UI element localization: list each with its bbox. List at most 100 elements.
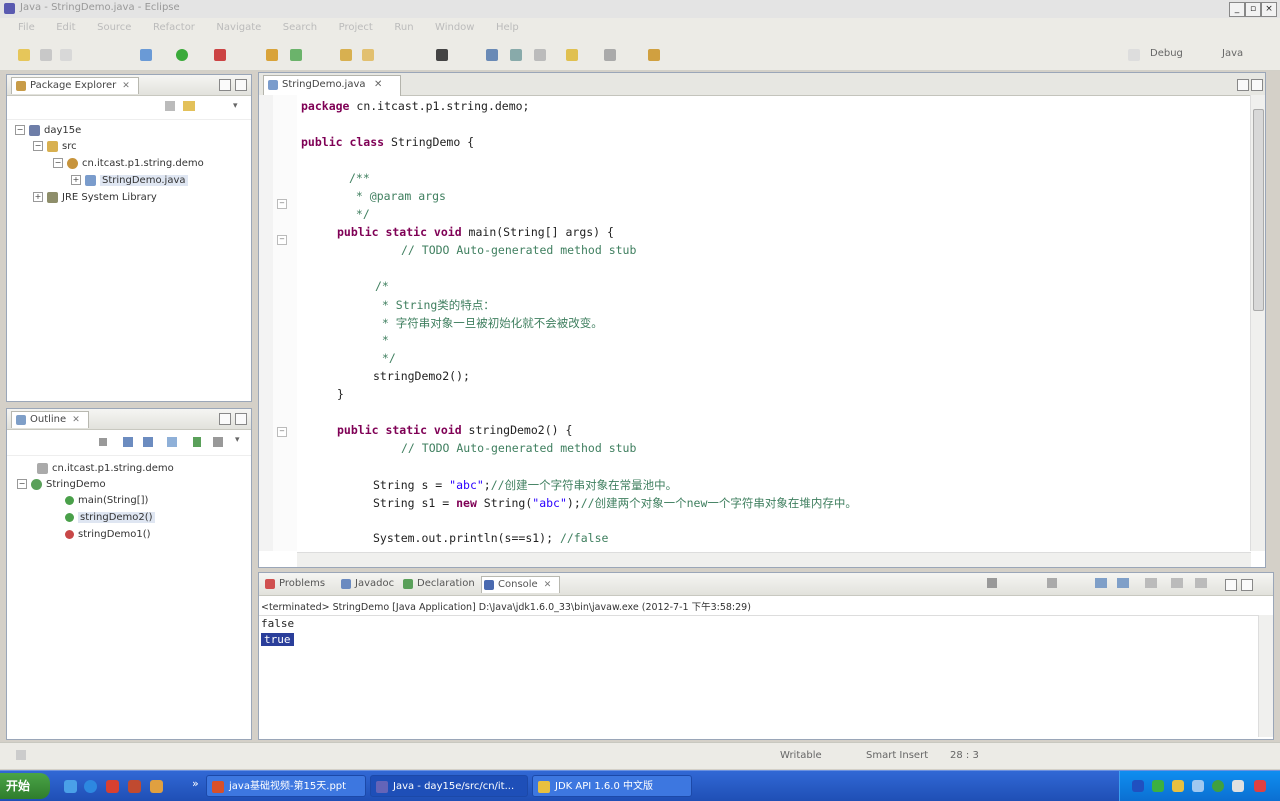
- console-output-line[interactable]: false: [261, 617, 294, 630]
- menu-run[interactable]: Run: [394, 22, 413, 33]
- maximize-view-icon[interactable]: [235, 413, 247, 425]
- tab-outline[interactable]: Outline ✕: [11, 411, 89, 428]
- tree-item-project[interactable]: − day15e: [15, 123, 81, 139]
- menu-source[interactable]: Source: [97, 22, 131, 33]
- taskbar-item-jdk-api[interactable]: JDK API 1.6.0 中文版: [532, 775, 692, 797]
- save-icon[interactable]: [40, 49, 52, 61]
- tab-declaration[interactable]: Declaration: [401, 576, 475, 592]
- hide-fields-icon[interactable]: [143, 437, 153, 447]
- code-line[interactable]: /**: [349, 171, 370, 185]
- console-vertical-scrollbar[interactable]: [1258, 615, 1273, 737]
- close-icon[interactable]: ✕: [72, 415, 80, 425]
- scroll-thumb[interactable]: [1253, 109, 1264, 311]
- prev-annotation-icon[interactable]: [510, 49, 522, 61]
- code-line[interactable]: public class StringDemo {: [301, 135, 474, 149]
- maximize-view-icon[interactable]: [1241, 579, 1253, 591]
- collapse-icon[interactable]: −: [33, 141, 43, 151]
- network-icon[interactable]: [1192, 780, 1204, 792]
- minimize-view-icon[interactable]: [219, 413, 231, 425]
- minimize-view-icon[interactable]: [219, 79, 231, 91]
- minimize-view-icon[interactable]: [1237, 79, 1249, 91]
- tree-item-package[interactable]: − cn.itcast.p1.string.demo: [53, 156, 204, 172]
- outline-item-method[interactable]: stringDemo2(): [65, 510, 155, 526]
- back-icon[interactable]: [566, 49, 578, 61]
- tray-app-icon[interactable]: [1132, 780, 1144, 792]
- next-annotation-icon[interactable]: [486, 49, 498, 61]
- open-console-icon[interactable]: [1195, 578, 1207, 588]
- close-icon[interactable]: ✕: [374, 79, 382, 90]
- debug-perspective-button[interactable]: Debug: [1150, 48, 1183, 59]
- menu-refactor[interactable]: Refactor: [153, 22, 195, 33]
- code-line[interactable]: /*: [375, 279, 389, 293]
- tab-problems[interactable]: Problems: [263, 576, 325, 592]
- view-menu-icon[interactable]: ▾: [235, 435, 240, 445]
- console-output-line-selected[interactable]: true: [261, 633, 294, 646]
- tray-app-icon[interactable]: [1254, 780, 1266, 792]
- code-line[interactable]: // TODO Auto-generated method stub: [401, 243, 636, 257]
- collapse-all-icon[interactable]: [165, 101, 175, 111]
- outline-item-method[interactable]: main(String[]): [65, 493, 148, 509]
- hide-local-types-icon[interactable]: [213, 437, 223, 447]
- editor-vertical-scrollbar[interactable]: [1250, 95, 1265, 551]
- collapse-all-icon[interactable]: [99, 438, 107, 446]
- forward-icon[interactable]: [604, 49, 616, 61]
- menu-search[interactable]: Search: [283, 22, 317, 33]
- code-line[interactable]: *: [375, 333, 389, 347]
- open-type-icon[interactable]: [362, 49, 374, 61]
- quicklaunch-app-icon[interactable]: [106, 780, 119, 793]
- tree-item-file[interactable]: + StringDemo.java: [71, 173, 188, 189]
- debug-icon[interactable]: [140, 49, 152, 61]
- pin-icon[interactable]: [648, 49, 660, 61]
- display-console-icon[interactable]: [1171, 578, 1183, 588]
- code-line[interactable]: stringDemo2();: [373, 369, 470, 383]
- view-menu-icon[interactable]: ▾: [233, 101, 241, 111]
- fold-icon[interactable]: −: [277, 235, 287, 245]
- code-line[interactable]: public static void main(String[] args) {: [337, 225, 614, 239]
- code-line[interactable]: * @param args: [349, 189, 446, 203]
- tab-console[interactable]: Console ✕: [481, 576, 561, 593]
- close-icon[interactable]: ×: [1261, 2, 1277, 17]
- code-line[interactable]: package cn.itcast.p1.string.demo;: [301, 99, 529, 113]
- code-line[interactable]: String s = "abc";//创建一个字符串对象在常量池中。: [373, 477, 677, 493]
- menu-window[interactable]: Window: [435, 22, 474, 33]
- search-icon[interactable]: [436, 49, 448, 61]
- code-line[interactable]: */: [349, 207, 370, 221]
- run-icon[interactable]: [176, 49, 188, 61]
- menu-file[interactable]: File: [18, 22, 35, 33]
- menu-help[interactable]: Help: [496, 22, 519, 33]
- editor-horizontal-scrollbar[interactable]: [297, 552, 1251, 567]
- outline-item-class[interactable]: − StringDemo: [17, 477, 106, 493]
- code-line[interactable]: * String类的特点：: [375, 297, 495, 313]
- open-perspective-icon[interactable]: [1128, 49, 1140, 61]
- show-desktop-icon[interactable]: [64, 780, 77, 793]
- new-icon[interactable]: [18, 49, 30, 61]
- expand-icon[interactable]: +: [71, 175, 81, 185]
- taskbar-item-eclipse[interactable]: Java - day15e/src/cn/it...: [370, 775, 528, 797]
- collapse-icon[interactable]: −: [15, 125, 25, 135]
- maximize-icon[interactable]: ▫: [1245, 2, 1261, 17]
- collapse-icon[interactable]: −: [17, 479, 27, 489]
- code-line[interactable]: System.out.println(s==s1); //false: [373, 531, 608, 545]
- scroll-lock-icon[interactable]: [1117, 578, 1129, 588]
- tray-app-icon[interactable]: [1212, 780, 1224, 792]
- code-line[interactable]: }: [337, 387, 344, 401]
- pin-console-icon[interactable]: [1145, 578, 1157, 588]
- volume-icon[interactable]: [1232, 780, 1244, 792]
- outline-item-method[interactable]: stringDemo1(): [65, 527, 151, 543]
- collapse-icon[interactable]: −: [53, 158, 63, 168]
- new-package-icon[interactable]: [290, 49, 302, 61]
- close-icon[interactable]: ✕: [122, 81, 130, 91]
- code-line[interactable]: public static void stringDemo2() {: [337, 423, 572, 437]
- code-line[interactable]: String s1 = new String("abc");//创建两个对象一个…: [373, 495, 857, 511]
- menu-edit[interactable]: Edit: [56, 22, 75, 33]
- start-button[interactable]: 开始: [0, 773, 50, 799]
- tab-package-explorer[interactable]: Package Explorer ✕: [11, 77, 139, 94]
- tab-editor-file[interactable]: StringDemo.java ✕: [263, 75, 401, 96]
- remove-launch-icon[interactable]: [1047, 578, 1057, 588]
- java-perspective-button[interactable]: Java: [1222, 48, 1243, 59]
- minimize-icon[interactable]: _: [1229, 2, 1245, 17]
- expand-icon[interactable]: +: [33, 192, 43, 202]
- menu-navigate[interactable]: Navigate: [216, 22, 261, 33]
- maximize-view-icon[interactable]: [235, 79, 247, 91]
- clear-console-icon[interactable]: [1095, 578, 1107, 588]
